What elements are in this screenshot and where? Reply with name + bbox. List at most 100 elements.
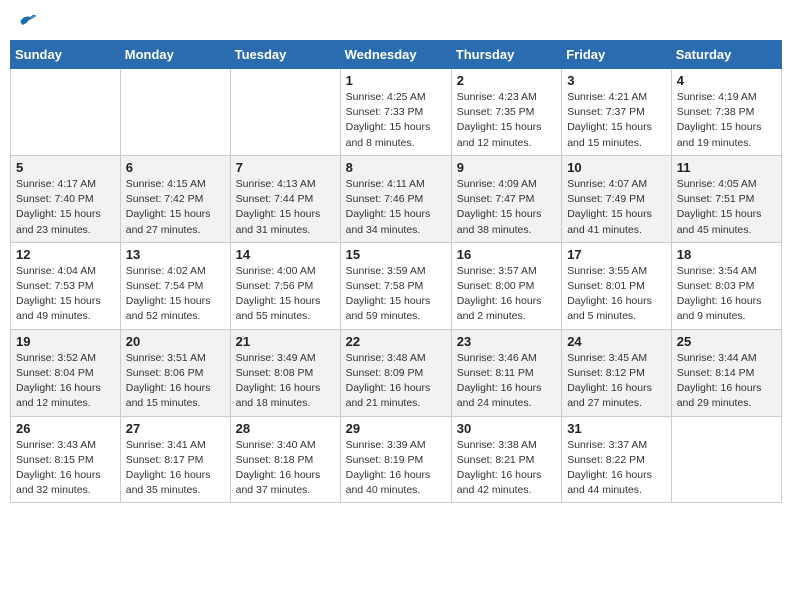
day-of-week-header: Thursday: [451, 41, 561, 69]
calendar-cell: 29 Sunrise: 3:39 AM Sunset: 8:19 PM Dayli…: [340, 416, 451, 503]
day-info: Sunrise: 4:09 AM Sunset: 7:47 PM Dayligh…: [457, 177, 556, 238]
day-info: Sunrise: 4:04 AM Sunset: 7:53 PM Dayligh…: [16, 264, 115, 325]
day-number: 13: [126, 247, 225, 262]
day-info: Sunrise: 3:48 AM Sunset: 8:09 PM Dayligh…: [346, 351, 446, 412]
calendar-cell: 31Sunrise: 3:37 AM Sunset: 8:22 PM Dayli…: [562, 416, 672, 503]
day-info: Sunrise: 3:44 AM Sunset: 8:14 PM Dayligh…: [677, 351, 776, 412]
day-info: Sunrise: 3:40 AM Sunset: 8:18 PM Dayligh…: [236, 438, 335, 499]
day-number: 21: [236, 334, 335, 349]
calendar-cell: 26 Sunrise: 3:43 AM Sunset: 8:15 PM Dayli…: [11, 416, 121, 503]
day-info: Sunrise: 4:19 AM Sunset: 7:38 PM Dayligh…: [677, 90, 776, 151]
day-info: Sunrise: 3:51 AM Sunset: 8:06 PM Dayligh…: [126, 351, 225, 412]
calendar-cell: 13Sunrise: 4:02 AM Sunset: 7:54 PM Dayli…: [120, 242, 230, 329]
calendar-cell: 1 Sunrise: 4:25 AM Sunset: 7:33 PM Daylig…: [340, 69, 451, 156]
calendar-cell: 4Sunrise: 4:19 AM Sunset: 7:38 PM Daylig…: [671, 69, 781, 156]
day-number: 7: [236, 160, 335, 175]
day-info: Sunrise: 3:57 AM Sunset: 8:00 PM Dayligh…: [457, 264, 556, 325]
calendar-header-row: SundayMondayTuesdayWednesdayThursdayFrid…: [11, 41, 782, 69]
calendar-cell: [230, 69, 340, 156]
day-number: 12: [16, 247, 115, 262]
day-info: Sunrise: 4:21 AM Sunset: 7:37 PM Dayligh…: [567, 90, 666, 151]
calendar-cell: 16 Sunrise: 3:57 AM Sunset: 8:00 PM Dayli…: [451, 242, 561, 329]
day-number: 29: [346, 421, 446, 436]
day-number: 19: [16, 334, 115, 349]
calendar-cell: 6 Sunrise: 4:15 AM Sunset: 7:42 PM Daylig…: [120, 155, 230, 242]
calendar-cell: [11, 69, 121, 156]
day-number: 18: [677, 247, 776, 262]
day-number: 1: [346, 73, 446, 88]
day-number: 23: [457, 334, 556, 349]
day-info: Sunrise: 4:15 AM Sunset: 7:42 PM Dayligh…: [126, 177, 225, 238]
day-number: 17: [567, 247, 666, 262]
day-number: 16: [457, 247, 556, 262]
day-number: 28: [236, 421, 335, 436]
day-number: 9: [457, 160, 556, 175]
calendar-cell: 7 Sunrise: 4:13 AM Sunset: 7:44 PM Daylig…: [230, 155, 340, 242]
day-number: 26: [16, 421, 115, 436]
day-info: Sunrise: 3:45 AM Sunset: 8:12 PM Dayligh…: [567, 351, 666, 412]
calendar-week-row: 1 Sunrise: 4:25 AM Sunset: 7:33 PM Daylig…: [11, 69, 782, 156]
calendar-cell: 25 Sunrise: 3:44 AM Sunset: 8:14 PM Dayli…: [671, 329, 781, 416]
logo-bird-icon: [17, 10, 37, 30]
calendar-week-row: 5Sunrise: 4:17 AM Sunset: 7:40 PM Daylig…: [11, 155, 782, 242]
day-of-week-header: Tuesday: [230, 41, 340, 69]
day-number: 3: [567, 73, 666, 88]
calendar-cell: 2 Sunrise: 4:23 AM Sunset: 7:35 PM Daylig…: [451, 69, 561, 156]
day-info: Sunrise: 3:55 AM Sunset: 8:01 PM Dayligh…: [567, 264, 666, 325]
day-info: Sunrise: 4:13 AM Sunset: 7:44 PM Dayligh…: [236, 177, 335, 238]
day-number: 27: [126, 421, 225, 436]
day-number: 8: [346, 160, 446, 175]
day-info: Sunrise: 4:25 AM Sunset: 7:33 PM Dayligh…: [346, 90, 446, 151]
calendar-cell: 27 Sunrise: 3:41 AM Sunset: 8:17 PM Dayli…: [120, 416, 230, 503]
calendar-cell: 17 Sunrise: 3:55 AM Sunset: 8:01 PM Dayli…: [562, 242, 672, 329]
day-number: 24: [567, 334, 666, 349]
day-number: 6: [126, 160, 225, 175]
day-info: Sunrise: 4:00 AM Sunset: 7:56 PM Dayligh…: [236, 264, 335, 325]
calendar-cell: 5Sunrise: 4:17 AM Sunset: 7:40 PM Daylig…: [11, 155, 121, 242]
day-info: Sunrise: 3:59 AM Sunset: 7:58 PM Dayligh…: [346, 264, 446, 325]
page-header: [10, 10, 782, 30]
day-of-week-header: Monday: [120, 41, 230, 69]
day-info: Sunrise: 4:05 AM Sunset: 7:51 PM Dayligh…: [677, 177, 776, 238]
calendar-cell: 14 Sunrise: 4:00 AM Sunset: 7:56 PM Dayli…: [230, 242, 340, 329]
calendar-cell: [671, 416, 781, 503]
day-number: 20: [126, 334, 225, 349]
day-info: Sunrise: 3:39 AM Sunset: 8:19 PM Dayligh…: [346, 438, 446, 499]
calendar-cell: 23Sunrise: 3:46 AM Sunset: 8:11 PM Dayli…: [451, 329, 561, 416]
calendar-cell: 19 Sunrise: 3:52 AM Sunset: 8:04 PM Dayli…: [11, 329, 121, 416]
calendar-week-row: 12 Sunrise: 4:04 AM Sunset: 7:53 PM Dayli…: [11, 242, 782, 329]
day-info: Sunrise: 4:11 AM Sunset: 7:46 PM Dayligh…: [346, 177, 446, 238]
day-info: Sunrise: 3:41 AM Sunset: 8:17 PM Dayligh…: [126, 438, 225, 499]
day-info: Sunrise: 3:37 AM Sunset: 8:22 PM Dayligh…: [567, 438, 666, 499]
calendar-cell: 11 Sunrise: 4:05 AM Sunset: 7:51 PM Dayli…: [671, 155, 781, 242]
calendar-table: SundayMondayTuesdayWednesdayThursdayFrid…: [10, 40, 782, 503]
calendar-cell: 30 Sunrise: 3:38 AM Sunset: 8:21 PM Dayli…: [451, 416, 561, 503]
calendar-cell: 3 Sunrise: 4:21 AM Sunset: 7:37 PM Daylig…: [562, 69, 672, 156]
calendar-cell: 18Sunrise: 3:54 AM Sunset: 8:03 PM Dayli…: [671, 242, 781, 329]
day-info: Sunrise: 3:43 AM Sunset: 8:15 PM Dayligh…: [16, 438, 115, 499]
calendar-cell: [120, 69, 230, 156]
day-info: Sunrise: 3:52 AM Sunset: 8:04 PM Dayligh…: [16, 351, 115, 412]
calendar-week-row: 19 Sunrise: 3:52 AM Sunset: 8:04 PM Dayli…: [11, 329, 782, 416]
day-number: 11: [677, 160, 776, 175]
calendar-cell: 10 Sunrise: 4:07 AM Sunset: 7:49 PM Dayli…: [562, 155, 672, 242]
day-number: 22: [346, 334, 446, 349]
day-number: 2: [457, 73, 556, 88]
day-number: 10: [567, 160, 666, 175]
calendar-cell: 22 Sunrise: 3:48 AM Sunset: 8:09 PM Dayli…: [340, 329, 451, 416]
calendar-cell: 12 Sunrise: 4:04 AM Sunset: 7:53 PM Dayli…: [11, 242, 121, 329]
calendar-cell: 28 Sunrise: 3:40 AM Sunset: 8:18 PM Dayli…: [230, 416, 340, 503]
day-number: 25: [677, 334, 776, 349]
calendar-cell: 24 Sunrise: 3:45 AM Sunset: 8:12 PM Dayli…: [562, 329, 672, 416]
day-number: 30: [457, 421, 556, 436]
day-info: Sunrise: 3:49 AM Sunset: 8:08 PM Dayligh…: [236, 351, 335, 412]
day-info: Sunrise: 3:38 AM Sunset: 8:21 PM Dayligh…: [457, 438, 556, 499]
calendar-cell: 9 Sunrise: 4:09 AM Sunset: 7:47 PM Daylig…: [451, 155, 561, 242]
day-of-week-header: Sunday: [11, 41, 121, 69]
day-number: 14: [236, 247, 335, 262]
day-number: 15: [346, 247, 446, 262]
day-of-week-header: Wednesday: [340, 41, 451, 69]
day-of-week-header: Friday: [562, 41, 672, 69]
day-info: Sunrise: 4:23 AM Sunset: 7:35 PM Dayligh…: [457, 90, 556, 151]
day-info: Sunrise: 4:07 AM Sunset: 7:49 PM Dayligh…: [567, 177, 666, 238]
